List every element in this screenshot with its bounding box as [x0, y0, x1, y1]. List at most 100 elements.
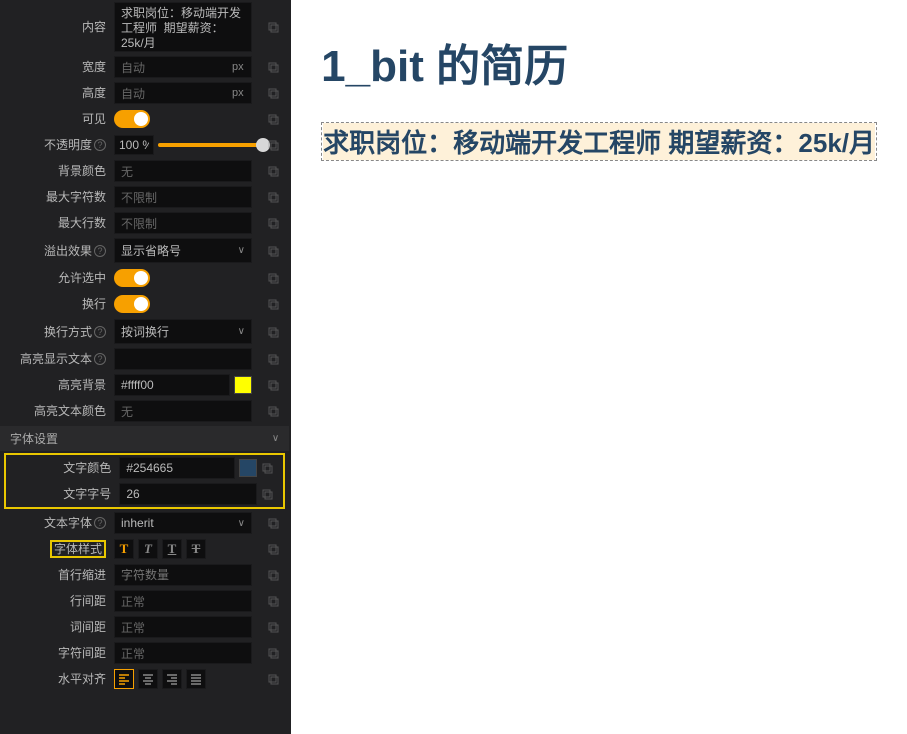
prop-maxlines: 最大行数 — [0, 210, 289, 236]
strikethrough-button[interactable]: T — [186, 539, 206, 559]
canvas-area[interactable]: 1_bit 的简历 求职岗位：移动端开发工程师 期望薪资：25k/月 — [291, 0, 907, 734]
help-icon[interactable]: ? — [94, 517, 106, 529]
properties-panel: 内容 求职岗位：移动端开发工程师 期望薪资：25k/月 宽度 px 高度 px … — [0, 0, 291, 734]
align-left-button[interactable] — [114, 669, 134, 689]
help-icon[interactable]: ? — [94, 245, 106, 257]
underline-button[interactable]: T — [162, 539, 182, 559]
label-maxlines: 最大行数 — [2, 216, 114, 230]
letterspacing-input[interactable] — [114, 642, 252, 664]
bold-button[interactable]: T — [114, 539, 134, 559]
label-maxchars: 最大字符数 — [2, 190, 114, 204]
copy-icon[interactable] — [263, 617, 283, 637]
opacity-slider[interactable] — [158, 143, 263, 147]
copy-icon[interactable] — [263, 241, 283, 261]
copy-icon[interactable] — [263, 513, 283, 533]
prop-wordspacing: 词间距 — [0, 614, 289, 640]
copy-icon[interactable] — [263, 213, 283, 233]
label-wordspacing: 词间距 — [2, 620, 114, 634]
label-fontsize: 文字字号 — [8, 487, 119, 501]
width-input[interactable] — [114, 56, 252, 78]
copy-icon[interactable] — [263, 539, 283, 559]
copy-icon[interactable] — [263, 669, 283, 689]
label-height: 高度 — [2, 86, 114, 100]
copy-icon[interactable] — [263, 375, 283, 395]
label-highlightcolor: 高亮文本颜色 — [2, 404, 114, 418]
align-justify-button[interactable] — [186, 669, 206, 689]
maxlines-input[interactable] — [114, 212, 252, 234]
highlightbg-input[interactable] — [114, 374, 230, 396]
label-opacity: 不透明度 — [44, 138, 92, 152]
copy-icon[interactable] — [263, 322, 283, 342]
label-indent: 首行缩进 — [2, 568, 114, 582]
bgcolor-input[interactable] — [114, 160, 252, 182]
label-width: 宽度 — [2, 60, 114, 74]
overflow-select[interactable]: 显示省略号∨ — [114, 238, 252, 263]
indent-input[interactable] — [114, 564, 252, 586]
help-icon[interactable]: ? — [94, 326, 106, 338]
copy-icon[interactable] — [263, 109, 283, 129]
copy-icon[interactable] — [263, 161, 283, 181]
label-wrapmode: 换行方式 — [44, 325, 92, 339]
prop-fontsize: 文字字号 — [6, 481, 283, 507]
prop-indent: 首行缩进 — [0, 562, 289, 588]
prop-lineheight: 行间距 — [0, 588, 289, 614]
copy-icon[interactable] — [257, 484, 277, 504]
wordspacing-input[interactable] — [114, 616, 252, 638]
wrap-toggle[interactable] — [114, 295, 150, 313]
prop-overflow: 溢出效果? 显示省略号∨ — [0, 236, 289, 265]
label-fontstyle: 字体样式 — [50, 540, 106, 558]
copy-icon[interactable] — [263, 349, 283, 369]
prop-bgcolor: 背景颜色 — [0, 158, 289, 184]
label-lineheight: 行间距 — [2, 594, 114, 608]
prop-fontcolor: 文字颜色 — [6, 455, 283, 481]
copy-icon[interactable] — [263, 401, 283, 421]
copy-icon[interactable] — [263, 565, 283, 585]
copy-icon[interactable] — [263, 268, 283, 288]
section-font[interactable]: 字体设置 ∨ — [0, 426, 289, 451]
copy-icon[interactable] — [263, 294, 283, 314]
resume-subtitle[interactable]: 求职岗位：移动端开发工程师 期望薪资：25k/月 — [323, 128, 875, 158]
wrapmode-select[interactable]: 按词换行∨ — [114, 319, 252, 344]
highlighttext-input[interactable] — [114, 348, 252, 370]
prop-fontfamily: 文本字体? inherit∨ — [0, 510, 289, 536]
fontcolor-input[interactable] — [119, 457, 235, 479]
help-icon[interactable]: ? — [94, 353, 106, 365]
lineheight-input[interactable] — [114, 590, 252, 612]
prop-width: 宽度 px — [0, 54, 289, 80]
resume-title[interactable]: 1_bit 的简历 — [321, 30, 877, 94]
copy-icon[interactable] — [263, 643, 283, 663]
prop-opacity: 不透明度? — [0, 132, 289, 158]
label-content: 内容 — [2, 20, 114, 34]
help-icon[interactable]: ? — [94, 139, 106, 151]
label-fontfamily: 文本字体 — [44, 516, 92, 530]
height-input[interactable] — [114, 82, 252, 104]
italic-button[interactable]: T — [138, 539, 158, 559]
opacity-input[interactable] — [114, 135, 154, 155]
content-textarea[interactable]: 求职岗位：移动端开发工程师 期望薪资：25k/月 — [114, 2, 252, 52]
copy-icon[interactable] — [263, 591, 283, 611]
prop-highlightbg: 高亮背景 — [0, 372, 289, 398]
highlightcolor-input[interactable] — [114, 400, 252, 422]
prop-maxchars: 最大字符数 — [0, 184, 289, 210]
fontsize-input[interactable] — [119, 483, 257, 505]
visible-toggle[interactable] — [114, 110, 150, 128]
prop-content: 内容 求职岗位：移动端开发工程师 期望薪资：25k/月 — [0, 0, 289, 54]
copy-icon[interactable] — [263, 17, 283, 37]
label-visible: 可见 — [2, 112, 114, 126]
color-swatch[interactable] — [239, 459, 257, 477]
copy-icon[interactable] — [263, 83, 283, 103]
maxchars-input[interactable] — [114, 186, 252, 208]
align-center-button[interactable] — [138, 669, 158, 689]
copy-icon[interactable] — [263, 135, 283, 155]
copy-icon[interactable] — [263, 187, 283, 207]
fontfamily-select[interactable]: inherit∨ — [114, 512, 252, 534]
copy-icon[interactable] — [263, 57, 283, 77]
label-wrap: 换行 — [2, 297, 114, 311]
label-highlightbg: 高亮背景 — [2, 378, 114, 392]
color-swatch[interactable] — [234, 376, 252, 394]
copy-icon[interactable] — [257, 458, 277, 478]
chevron-down-icon: ∨ — [238, 326, 245, 337]
allowselect-toggle[interactable] — [114, 269, 150, 287]
align-right-button[interactable] — [162, 669, 182, 689]
selected-text-element[interactable]: 求职岗位：移动端开发工程师 期望薪资：25k/月 — [321, 122, 877, 161]
